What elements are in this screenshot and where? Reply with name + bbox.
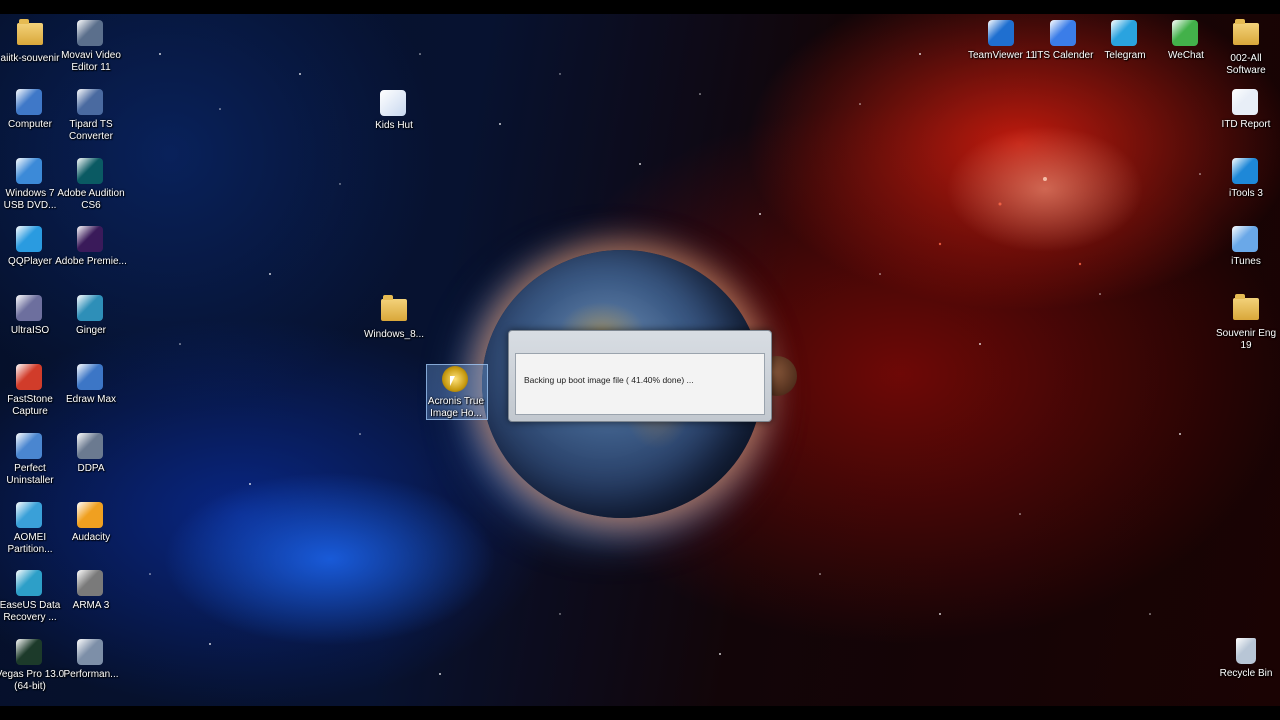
desktop-icon-label: Audacity xyxy=(71,531,111,543)
vegas-icon xyxy=(16,639,44,667)
edraw-icon xyxy=(77,364,105,392)
folder-icon xyxy=(1232,294,1260,326)
folder-icon xyxy=(380,295,408,327)
desktop-icon-label: 002-All Software xyxy=(1226,53,1266,76)
desktop-icon-ginger[interactable]: Ginger xyxy=(55,295,127,337)
desktop-icon-acronis[interactable]: Acronis True Image Ho... xyxy=(420,366,492,420)
wechat-icon xyxy=(1172,20,1200,48)
folder-icon xyxy=(1232,19,1260,51)
desktop-icon-label: Ginger xyxy=(75,325,106,337)
itunes-icon xyxy=(1232,226,1260,254)
desktop-icon-label: ARMA 3 xyxy=(72,600,110,612)
desktop-icon-folder[interactable]: Souvenir Eng 19 xyxy=(1210,294,1280,352)
ginger-icon xyxy=(77,295,105,323)
desktop-icon-label: DDPA xyxy=(77,462,105,474)
desktop-icon-kids-hut[interactable]: Kids Hut xyxy=(358,90,430,132)
itools-icon xyxy=(1232,157,1260,186)
premiere-icon xyxy=(77,226,105,254)
desktop-icon-ddpa[interactable]: DDPA xyxy=(55,432,127,475)
dialog-content-panel: Backing up boot image file ( 41.40% done… xyxy=(515,353,765,415)
arma-icon xyxy=(77,570,105,598)
ddpa-icon xyxy=(77,432,105,461)
desktop-icon-label: Tipard TS Converter xyxy=(69,118,113,142)
recycle-bin-icon xyxy=(1232,638,1260,666)
desktop-icon-label: iTools 3 xyxy=(1229,187,1263,199)
desktop-icon-label: Souvenir Eng 19 xyxy=(1215,328,1277,352)
easeus-icon xyxy=(16,570,44,598)
movavi-icon xyxy=(77,20,105,48)
folder-icon xyxy=(16,19,44,51)
aomei-icon xyxy=(16,501,44,530)
telegram-icon xyxy=(1111,20,1139,48)
desktop-icon-performance[interactable]: Performan... xyxy=(55,639,127,681)
desktop-icon-itools[interactable]: iTools 3 xyxy=(1210,157,1280,200)
performance-icon xyxy=(77,639,105,667)
ultraiso-icon xyxy=(16,295,44,323)
desktop-icon-folder[interactable]: 002-All Software xyxy=(1210,19,1280,77)
faststone-icon xyxy=(16,364,44,392)
desktop-icon-audition[interactable]: Adobe Audition CS6 xyxy=(55,157,127,212)
audition-icon xyxy=(77,157,105,186)
desktop-icon-recycle-bin[interactable]: Recycle Bin xyxy=(1210,638,1280,680)
desktop-icon-premiere[interactable]: Adobe Premie... xyxy=(55,226,127,268)
desktop-icon-label: Adobe Audition CS6 xyxy=(57,187,125,211)
backup-progress-dialog[interactable]: Backing up boot image file ( 41.40% done… xyxy=(508,330,772,422)
google-icon xyxy=(1050,20,1078,48)
document-icon xyxy=(1232,88,1260,117)
desktop-icon-label: Movavi Video Editor 11 xyxy=(61,50,121,73)
tipard-icon xyxy=(77,88,105,117)
desktop-icon-label: ITD Report xyxy=(1221,118,1271,130)
desktop-icon-arma[interactable]: ARMA 3 xyxy=(55,570,127,612)
desktop-icon-movavi[interactable]: Movavi Video Editor 11 xyxy=(55,20,127,74)
audacity-icon xyxy=(77,501,105,530)
qqplayer-icon xyxy=(16,226,44,254)
teamviewer-icon xyxy=(988,20,1016,48)
mouse-cursor xyxy=(450,376,455,386)
desktop-icon-label: Adobe Premie... xyxy=(55,256,127,268)
desktop-icon-document[interactable]: ITD Report xyxy=(1210,88,1280,131)
acronis-icon xyxy=(442,366,470,394)
desktop-icon-audacity[interactable]: Audacity xyxy=(55,501,127,544)
desktop-icon-label: Edraw Max xyxy=(65,394,116,405)
desktop-icon-tipard[interactable]: Tipard TS Converter xyxy=(55,88,127,143)
kids-hut-icon xyxy=(380,90,408,118)
desktop-icon-label: Performan... xyxy=(63,669,119,681)
computer-icon xyxy=(16,88,44,117)
desktop-icon-label: iTunes xyxy=(1231,256,1261,268)
desktop-icon-edraw[interactable]: Edraw Max xyxy=(55,364,127,406)
windows-usb-icon xyxy=(16,157,44,186)
desktop-icon-label: Recycle Bin xyxy=(1219,668,1273,679)
desktop-icon-windows-8[interactable]: Windows_8... xyxy=(358,295,430,341)
uninstaller-icon xyxy=(16,432,44,461)
desktop-icon-itunes[interactable]: iTunes xyxy=(1210,226,1280,268)
progress-message: Backing up boot image file ( 41.40% done… xyxy=(524,375,694,385)
